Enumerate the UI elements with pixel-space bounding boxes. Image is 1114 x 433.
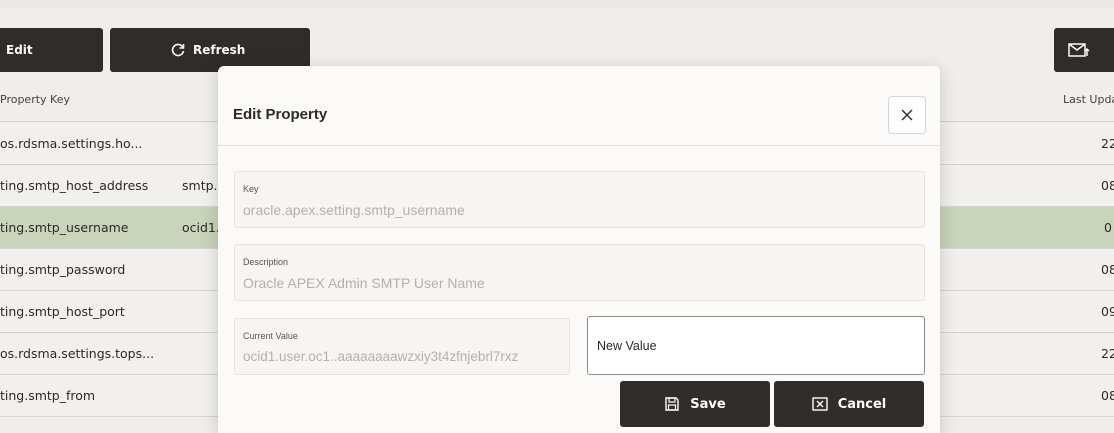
dialog-header: Edit Property [218, 66, 940, 146]
top-banner [0, 0, 1114, 8]
edit-property-dialog: Edit Property Key oracle.apex.setting.sm… [218, 66, 940, 433]
save-button[interactable]: Save [620, 381, 770, 427]
description-label: Description [243, 257, 289, 267]
current-value-label: Current Value [243, 331, 298, 341]
dialog-title: Edit Property [233, 106, 328, 123]
key-field[interactable]: Key oracle.apex.setting.smtp_username [234, 171, 925, 228]
cancel-button[interactable]: Cancel [774, 381, 924, 427]
current-value-value: ocid1.user.oc1..aaaaaaaawzxiy3t4zfnjebrl… [243, 349, 519, 364]
new-value-input[interactable]: New Value [587, 316, 925, 375]
save-button-label: Save [690, 396, 726, 412]
close-icon [901, 109, 913, 121]
cancel-icon [812, 397, 828, 411]
cancel-button-label: Cancel [837, 396, 887, 412]
description-field[interactable]: Description Oracle APEX Admin SMTP User … [234, 244, 925, 301]
current-value-field[interactable]: Current Value ocid1.user.oc1..aaaaaaaawz… [234, 318, 570, 375]
close-button[interactable] [888, 96, 926, 134]
save-icon [664, 396, 680, 412]
description-value: Oracle APEX Admin SMTP User Name [243, 275, 485, 291]
key-value: oracle.apex.setting.smtp_username [243, 202, 465, 218]
key-label: Key [243, 184, 259, 194]
